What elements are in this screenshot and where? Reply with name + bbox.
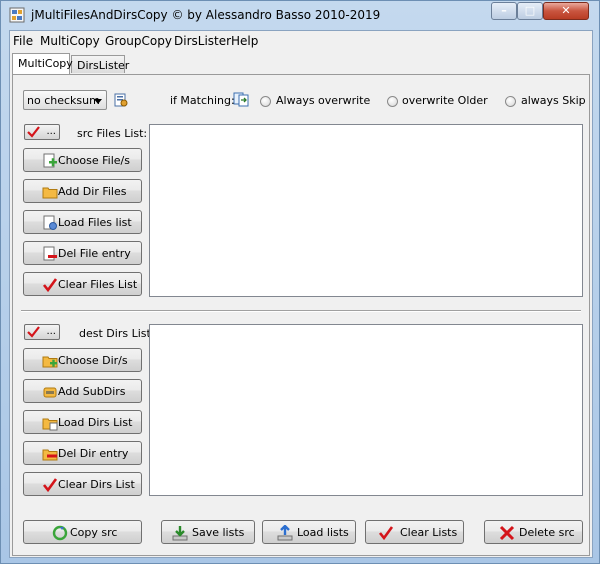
tab-dirslister[interactable]: DirsLister [71,55,129,73]
folder-icon [42,187,58,199]
load-files-list-label: Load Files list [58,216,132,229]
checksum-settings-icon[interactable] [114,93,128,107]
clear-lists-label: Clear Lists [400,526,458,539]
matching-label: if Matching: [170,94,235,107]
checkmark-icon [27,126,40,138]
radio-overwrite-older[interactable] [387,96,398,107]
menu-groupcopy[interactable]: GroupCopy [105,34,172,48]
minimize-button[interactable]: – [491,2,517,20]
copy-src-button[interactable]: Copy src [23,520,142,544]
load-dirs-list-button[interactable]: Load Dirs List [23,410,142,434]
dest-dirs-list[interactable] [149,324,583,496]
copy-icon [52,525,68,541]
del-file-entry-label: Del File entry [58,247,131,260]
menu-file[interactable]: File [13,34,33,48]
delete-folder-icon [42,449,58,461]
load-lists-label: Load lists [297,526,349,539]
checksum-select-value: no checksum [27,94,100,107]
load-dirs-list-label: Load Dirs List [58,416,133,429]
src-files-list-label: src Files List: [77,127,148,140]
app-icon [9,7,25,23]
checksum-select[interactable]: no checksum [23,90,107,110]
save-lists-button[interactable]: Save lists [161,520,255,544]
load-lists-button[interactable]: Load lists [262,520,356,544]
choose-files-button[interactable]: Choose File/s [23,148,142,172]
add-dir-files-label: Add Dir Files [58,185,127,198]
client-area: File MultiCopy GroupCopy DirsLister Help… [9,30,593,558]
del-dir-entry-label: Del Dir entry [58,447,129,460]
dest-dirs-list-label: dest Dirs List: [79,327,155,340]
radio-overwrite-older-label: overwrite Older [402,94,488,107]
chevron-down-icon [94,99,102,104]
close-icon [499,525,515,541]
add-subdirs-button[interactable]: Add SubDirs [23,379,142,403]
checkmark-icon [42,478,58,493]
menu-multicopy[interactable]: MultiCopy [40,34,100,48]
minimize-icon: – [501,4,507,17]
src-options-button[interactable]: ... [24,124,60,140]
clear-dirs-list-button[interactable]: Clear Dirs List [23,472,142,496]
radio-always-overwrite[interactable] [260,96,271,107]
clear-files-list-label: Clear Files List [58,278,138,291]
subfolders-icon [43,387,57,398]
multicopy-panel: no checksum if Matching: Always overwrit… [12,74,590,556]
src-files-list[interactable] [149,124,583,297]
clear-files-list-button[interactable]: Clear Files List [23,272,142,296]
add-subdirs-label: Add SubDirs [58,385,126,398]
choose-files-label: Choose File/s [58,154,130,167]
add-file-icon [43,153,57,168]
maximize-button[interactable]: □ [517,2,543,20]
download-icon [172,526,188,541]
load-folder-icon [42,418,58,431]
radio-always-overwrite-label: Always overwrite [276,94,371,107]
add-folder-icon [42,356,58,368]
menu-bar: File MultiCopy GroupCopy DirsLister Help [10,31,592,51]
save-lists-label: Save lists [192,526,245,539]
del-dir-entry-button[interactable]: Del Dir entry [23,441,142,465]
choose-dirs-label: Choose Dir/s [58,354,128,367]
checkmark-icon [378,526,394,541]
maximize-icon: □ [524,4,536,17]
window-title: jMultiFilesAndDirsCopy © by Alessandro B… [31,8,381,22]
close-icon: ✕ [561,4,571,17]
delete-src-button[interactable]: Delete src [484,520,583,544]
close-button[interactable]: ✕ [543,2,589,20]
tab-multicopy[interactable]: MultiCopy [12,53,73,74]
clear-dirs-list-label: Clear Dirs List [58,478,135,491]
radio-always-skip[interactable] [505,96,516,107]
menu-dirslister[interactable]: DirsLister [174,34,231,48]
load-file-icon [43,215,57,230]
upload-icon [277,525,293,541]
radio-always-skip-label: always Skip [521,94,586,107]
section-divider [21,310,581,312]
copy-src-label: Copy src [70,526,118,539]
add-dir-files-button[interactable]: Add Dir Files [23,179,142,203]
choose-dirs-button[interactable]: Choose Dir/s [23,348,142,372]
clear-lists-button[interactable]: Clear Lists [365,520,464,544]
app-window: jMultiFilesAndDirsCopy © by Alessandro B… [0,0,600,564]
load-files-list-button[interactable]: Load Files list [23,210,142,234]
file-compare-icon [233,92,249,107]
delete-file-icon [43,246,57,261]
checkmark-icon [27,326,40,338]
del-file-entry-button[interactable]: Del File entry [23,241,142,265]
src-options-dots: ... [46,126,56,137]
title-bar[interactable]: jMultiFilesAndDirsCopy © by Alessandro B… [1,1,599,29]
delete-src-label: Delete src [519,526,575,539]
menu-help[interactable]: Help [231,34,258,48]
dest-options-button[interactable]: ... [24,324,60,340]
dest-options-dots: ... [46,326,56,337]
checkmark-icon [42,278,58,293]
